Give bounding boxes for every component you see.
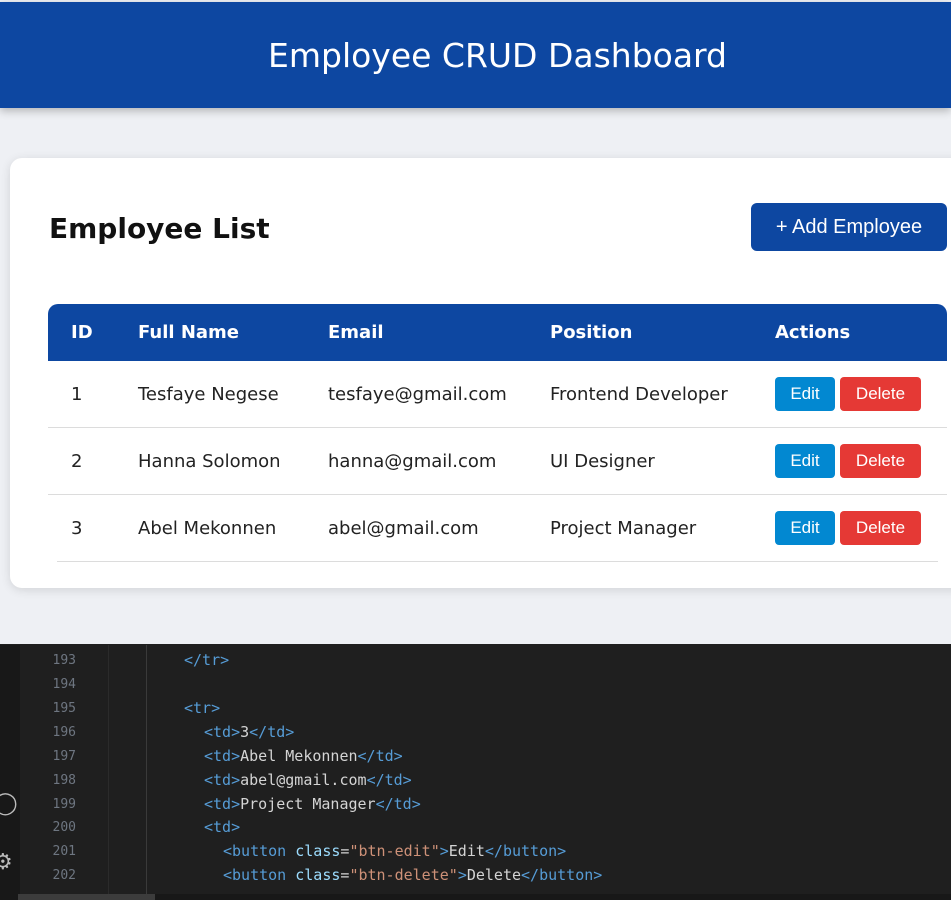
column-header-full-name[interactable]: Full Name xyxy=(138,322,239,343)
line-number: 200 xyxy=(52,820,76,835)
code-token: "btn-delete" xyxy=(349,866,458,884)
code-line-197: <td>Abel Mekonnen</td> xyxy=(204,747,403,765)
code-token: abel@gmail.com xyxy=(240,771,367,789)
code-token: Abel Mekonnen xyxy=(240,747,358,765)
row-actions: Edit Delete xyxy=(775,511,921,545)
cell-full-name: Hanna Solomon xyxy=(138,450,281,472)
code-token: </button> xyxy=(484,842,567,860)
code-token: <button xyxy=(223,866,287,884)
table-row: 2 Hanna Solomon hanna@gmail.com UI Desig… xyxy=(48,428,947,495)
line-number: 198 xyxy=(52,773,76,788)
indent-guide xyxy=(146,645,147,900)
code-token: 3 xyxy=(240,723,250,741)
column-header-position[interactable]: Position xyxy=(550,322,632,343)
add-employee-button[interactable]: + Add Employee xyxy=(751,203,947,251)
cell-id: 1 xyxy=(71,383,83,405)
delete-button[interactable]: Delete xyxy=(840,377,921,411)
table-row: 3 Abel Mekonnen abel@gmail.com Project M… xyxy=(57,495,938,562)
code-token: Delete xyxy=(466,866,522,884)
cell-id: 3 xyxy=(71,517,83,539)
column-header-id[interactable]: ID xyxy=(71,322,93,343)
code-line-195: <tr> xyxy=(184,699,220,717)
code-line-198: <td>abel@gmail.com</td> xyxy=(204,771,412,789)
status-bar-segment xyxy=(18,894,155,900)
line-number: 196 xyxy=(52,725,76,740)
code-token: > xyxy=(439,842,449,860)
code-token: </td> xyxy=(357,747,403,765)
code-token: <td> xyxy=(204,771,241,789)
code-token: <td> xyxy=(204,747,241,765)
table-header: ID Full Name Email Position Actions xyxy=(48,304,947,361)
code-line-201: <button class="btn-edit">Edit</button> xyxy=(223,842,566,860)
column-header-actions: Actions xyxy=(775,322,851,343)
code-line-196: <td>3</td> xyxy=(204,723,294,741)
code-token: <tr> xyxy=(184,699,221,717)
app-header: Employee CRUD Dashboard xyxy=(0,2,951,108)
code-token: </button> xyxy=(521,866,603,884)
code-token: Edit xyxy=(448,842,485,860)
edit-button[interactable]: Edit xyxy=(775,377,835,411)
code-editor[interactable]: ◯ ⚙ 193 194 195 196 197 198 199 200 201 … xyxy=(0,645,951,900)
code-line-199: <td>Project Manager</td> xyxy=(204,795,421,813)
code-token: <td> xyxy=(204,795,241,813)
cell-full-name: Tesfaye Negese xyxy=(138,383,279,405)
code-token: </td> xyxy=(366,771,412,789)
code-token: > xyxy=(457,866,467,884)
line-number: 199 xyxy=(52,797,76,812)
gutter-separator xyxy=(108,645,109,900)
page-title: Employee CRUD Dashboard xyxy=(268,35,727,75)
line-number: 201 xyxy=(52,844,76,859)
code-line-202: <button class="btn-delete">Delete</butto… xyxy=(223,866,602,884)
edit-button[interactable]: Edit xyxy=(775,444,835,478)
browser-page: Employee CRUD Dashboard Employee List + … xyxy=(0,0,951,644)
line-number: 197 xyxy=(52,749,76,764)
line-number: 193 xyxy=(52,653,76,668)
activity-bar: ◯ ⚙ xyxy=(0,645,20,900)
cell-email: abel@gmail.com xyxy=(328,517,479,539)
code-token: </tr> xyxy=(184,651,230,669)
code-line-200: <td> xyxy=(204,818,240,836)
code-token: class xyxy=(295,866,341,884)
row-actions: Edit Delete xyxy=(775,444,921,478)
cell-email: tesfaye@gmail.com xyxy=(328,383,507,405)
column-header-email[interactable]: Email xyxy=(328,322,384,343)
code-token: "btn-edit" xyxy=(349,842,440,860)
cell-position: Project Manager xyxy=(550,517,697,539)
card-title: Employee List xyxy=(49,212,270,245)
delete-button[interactable]: Delete xyxy=(840,444,921,478)
code-line-193: </tr> xyxy=(184,651,229,669)
settings-icon[interactable]: ⚙ xyxy=(0,850,13,875)
cell-full-name: Abel Mekonnen xyxy=(138,517,277,539)
line-number: 195 xyxy=(52,701,76,716)
code-token: class xyxy=(295,842,341,860)
code-token: <td> xyxy=(204,723,241,741)
code-token: </td> xyxy=(375,795,421,813)
code-token: <button xyxy=(223,842,287,860)
cell-email: hanna@gmail.com xyxy=(328,450,497,472)
edit-button[interactable]: Edit xyxy=(775,511,835,545)
account-icon[interactable]: ◯ xyxy=(0,791,18,816)
cell-position: UI Designer xyxy=(550,450,655,472)
table-row: 1 Tesfaye Negese tesfaye@gmail.com Front… xyxy=(48,361,947,428)
cell-position: Frontend Developer xyxy=(550,383,728,405)
row-actions: Edit Delete xyxy=(775,377,921,411)
employee-card: Employee List + Add Employee ID Full Nam… xyxy=(10,158,951,588)
cell-id: 2 xyxy=(71,450,83,472)
employee-table: ID Full Name Email Position Actions 1 Te… xyxy=(48,304,947,562)
line-number: 194 xyxy=(52,677,76,692)
delete-button[interactable]: Delete xyxy=(840,511,921,545)
code-token: Project Manager xyxy=(240,795,376,813)
line-number: 202 xyxy=(52,868,76,883)
code-token: <td> xyxy=(204,818,241,836)
code-token: </td> xyxy=(249,723,295,741)
